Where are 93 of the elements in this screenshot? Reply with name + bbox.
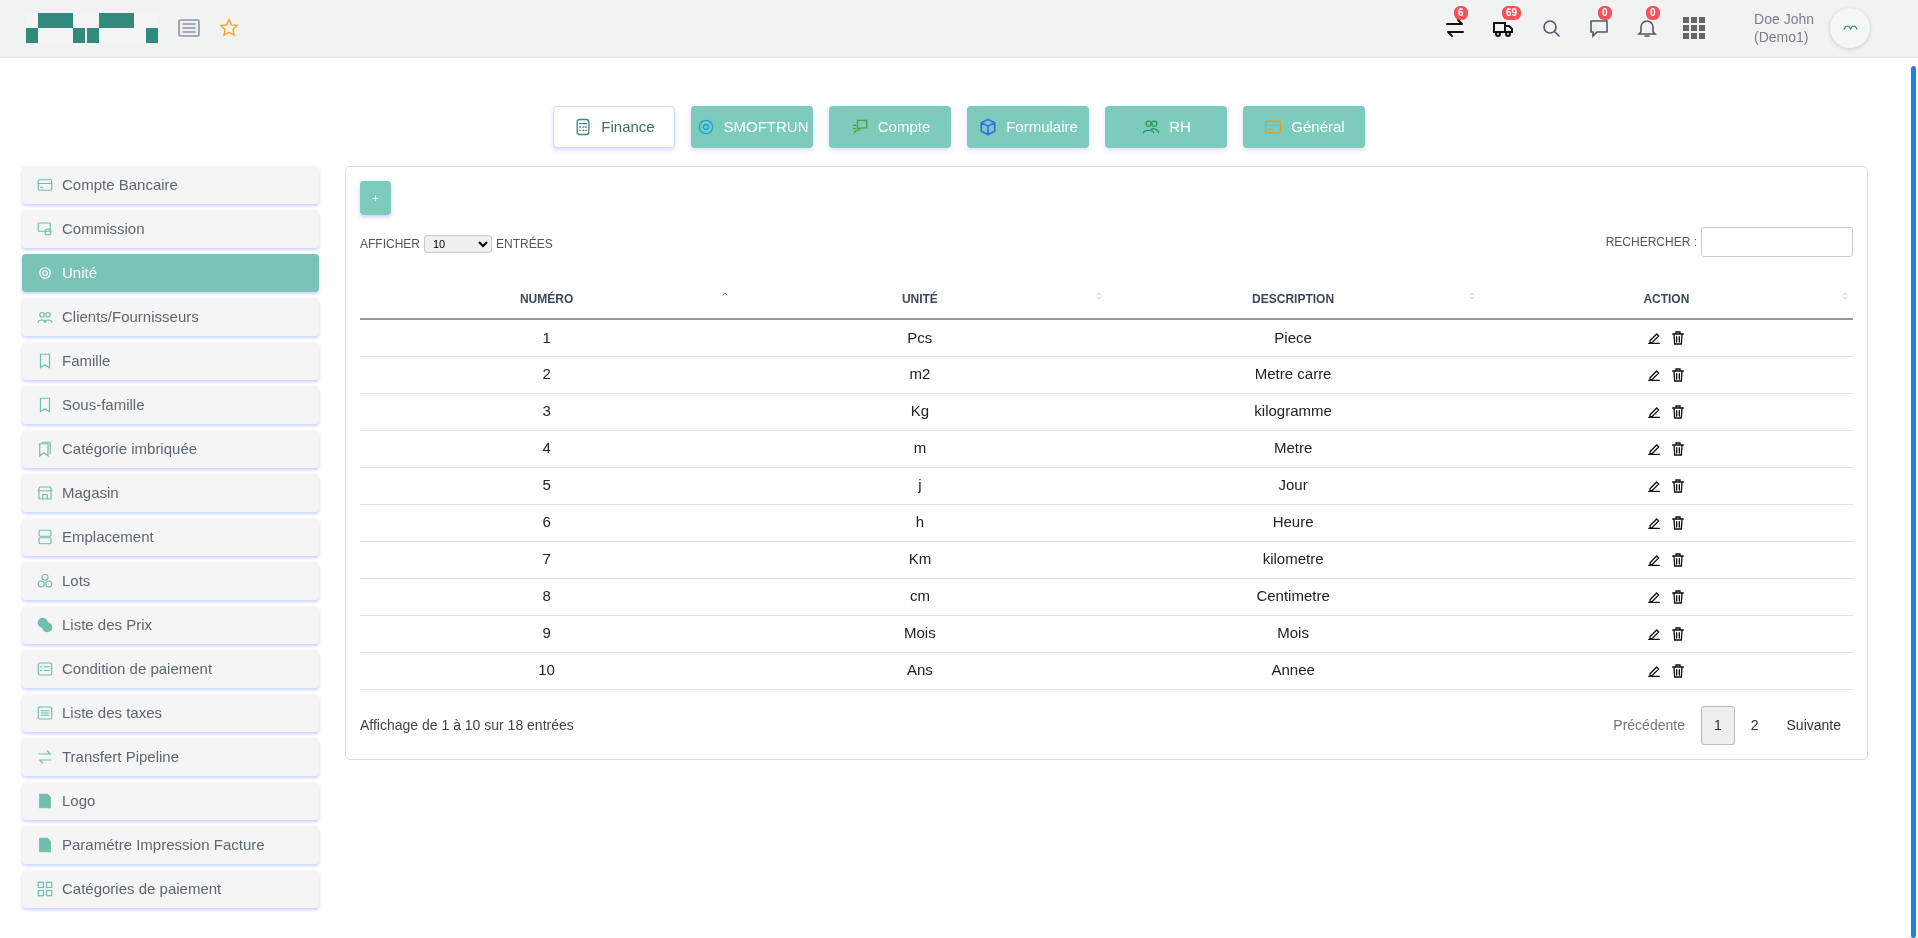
table-cell: m (733, 430, 1107, 467)
show-label: AFFICHER (360, 236, 420, 253)
column-header[interactable]: DESCRIPTION (1106, 279, 1480, 319)
logo-drawing[interactable] (26, 13, 158, 43)
table-cell: kilometre (1106, 541, 1480, 578)
trash-icon[interactable] (1670, 588, 1687, 605)
table-cell: 6 (360, 504, 734, 541)
sidebar-item[interactable]: Compte Bancaire (22, 166, 319, 204)
card-icon (36, 176, 54, 194)
page-button[interactable]: 2 (1738, 706, 1771, 744)
sidebar-item[interactable]: Liste des Prix (22, 606, 319, 644)
layers-icon (36, 528, 54, 546)
column-header[interactable]: UNITÉ (733, 279, 1107, 319)
table-cell: 2 (360, 356, 734, 393)
table-cell: Piece (1106, 319, 1480, 356)
search-label: RECHERCHER : (1605, 234, 1697, 251)
count-badge: 0 (1646, 6, 1660, 20)
entries-info: Affichage de 1 à 10 sur 18 entrées (360, 715, 574, 735)
table-cell: 3 (360, 393, 734, 430)
table-cell: cm (733, 578, 1107, 615)
sidebar-item[interactable]: Commission (22, 210, 319, 248)
boxes-icon (36, 572, 54, 590)
sidebar-item[interactable]: Sous-famille (22, 386, 319, 424)
sidebar-item[interactable]: Transfert Pipeline (22, 738, 319, 776)
table-cell: Mois (1106, 615, 1480, 652)
sidebar-item[interactable]: Liste des taxes (22, 694, 319, 732)
column-header[interactable]: NUMÉRO (360, 279, 734, 319)
table-cell: 5 (360, 467, 734, 504)
table-cell: m2 (733, 356, 1107, 393)
sidebar-item[interactable]: Paramétre Impression Facture (22, 826, 319, 864)
sidebar-item[interactable]: Emplacement (22, 518, 319, 556)
count-badge: 69 (1502, 6, 1522, 20)
table-cell: Mois (733, 615, 1107, 652)
transfer-icon (36, 748, 54, 766)
table-cell: Jour (1106, 467, 1480, 504)
cube-icon (978, 117, 999, 137)
sidebar-item[interactable]: Lots (22, 562, 319, 600)
table-cell: Centimetre (1106, 578, 1480, 615)
table-cell: 4 (360, 430, 734, 467)
table-cell: Kg (733, 393, 1107, 430)
table-cell: kilogramme (1106, 393, 1480, 430)
trash-icon[interactable] (1670, 662, 1687, 679)
trash-icon[interactable] (1670, 551, 1687, 568)
checklist-icon (36, 660, 54, 678)
table-cell: j (733, 467, 1107, 504)
sidebar-item[interactable]: Famille (22, 342, 319, 380)
table-cell: Heure (1106, 504, 1480, 541)
module-tab[interactable]: Finance (553, 106, 675, 148)
table-cell: 1 (360, 319, 734, 356)
table-cell: h (733, 504, 1107, 541)
page-button[interactable]: 1 (1700, 705, 1735, 745)
entries-label: ENTRÉES (496, 235, 553, 253)
table-cell: Km (733, 541, 1107, 578)
grid-icon (36, 880, 54, 898)
apps-grid-icon[interactable] (1682, 16, 1707, 40)
coins-icon (36, 616, 54, 634)
search-field[interactable] (1701, 227, 1853, 257)
table-cell: Ans (733, 652, 1107, 689)
table-cell: Metre carre (1106, 356, 1480, 393)
sidebar-item[interactable]: Condition de paiement (22, 650, 319, 688)
trash-icon[interactable] (1670, 625, 1687, 642)
trash-icon[interactable] (1670, 440, 1687, 457)
trash-icon[interactable] (1670, 329, 1687, 346)
trash-icon[interactable] (1670, 366, 1687, 383)
count-badge: 0 (1598, 6, 1612, 20)
sidebar-item[interactable]: Magasin (22, 474, 319, 512)
table-cell: Annee (1106, 652, 1480, 689)
star-icon[interactable] (218, 17, 240, 39)
page-link[interactable]: Suivante (1774, 706, 1853, 744)
table-cell: 7 (360, 541, 734, 578)
page-link: Précédente (1601, 706, 1697, 744)
store-icon (36, 484, 54, 502)
table-cell: 8 (360, 578, 734, 615)
trash-icon[interactable] (1670, 477, 1687, 494)
sidebar-item[interactable]: Clients/Fournisseurs (22, 298, 319, 336)
table-cell: 9 (360, 615, 734, 652)
list-icon (36, 704, 54, 722)
bookmarks-icon (36, 440, 54, 458)
table-cell: 10 (360, 652, 734, 689)
scrollbar[interactable] (1911, 66, 1916, 938)
entries-select[interactable]: 10 (424, 235, 492, 253)
money-icon (36, 220, 54, 238)
count-badge: 6 (1454, 6, 1468, 20)
company-name: (Demo1) (1754, 28, 1810, 46)
user-name: Doe John (1754, 10, 1814, 28)
trash-icon[interactable] (1670, 514, 1687, 531)
sidebar-item[interactable]: Catégorie imbriquée (22, 430, 319, 468)
column-header[interactable]: ACTION (1479, 279, 1853, 319)
sidebar-item[interactable]: Logo (22, 782, 319, 820)
table-cell: Metre (1106, 430, 1480, 467)
table-cell: Pcs (733, 319, 1107, 356)
trash-icon[interactable] (1670, 403, 1687, 420)
sidebar-item[interactable]: Catégories de paiement (22, 870, 319, 908)
